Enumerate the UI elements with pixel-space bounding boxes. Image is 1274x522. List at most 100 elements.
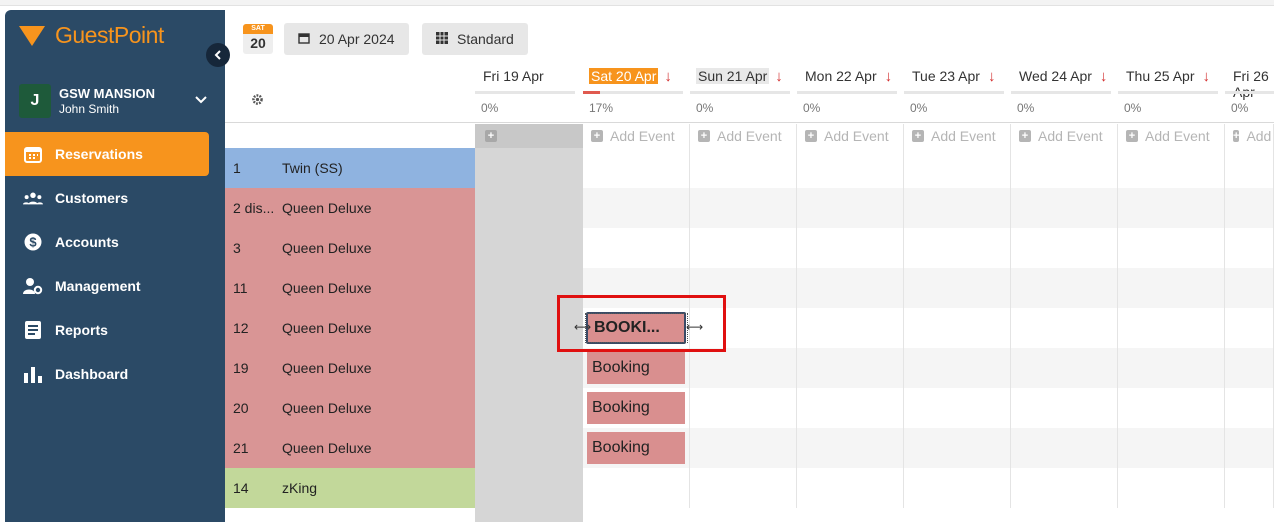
sidebar-item-management[interactable]: Management <box>5 264 225 308</box>
day-cell[interactable] <box>1225 308 1274 348</box>
day-header[interactable]: Wed 24 Apr ↓ 0% <box>1011 68 1118 122</box>
day-cell[interactable] <box>690 428 797 468</box>
day-header[interactable]: Tue 23 Apr ↓ 0% <box>904 68 1011 122</box>
room-label[interactable]: 20 Queen Deluxe <box>225 388 475 428</box>
day-cell[interactable] <box>1011 348 1118 388</box>
day-cell[interactable] <box>1118 388 1225 428</box>
day-cell[interactable] <box>1118 308 1225 348</box>
day-cell[interactable] <box>1011 308 1118 348</box>
day-header[interactable]: Thu 25 Apr ↓ 0% <box>1118 68 1225 122</box>
day-cell[interactable] <box>1225 148 1274 188</box>
day-cell[interactable] <box>583 148 690 188</box>
day-cell[interactable] <box>1225 468 1274 508</box>
add-event-button[interactable]: + Add Event <box>797 124 904 148</box>
sidebar-item-dashboard[interactable]: Dashboard <box>5 352 225 396</box>
settings-gear-icon[interactable] <box>251 93 264 109</box>
day-cell[interactable] <box>1011 228 1118 268</box>
day-cell[interactable] <box>1118 148 1225 188</box>
day-cell[interactable] <box>904 188 1011 228</box>
day-cell[interactable] <box>1118 228 1225 268</box>
sidebar-item-customers[interactable]: Customers <box>5 176 225 220</box>
day-header[interactable]: Fri 26 Apr 0% <box>1225 68 1274 122</box>
arrow-down-icon[interactable]: ↓ <box>885 68 893 85</box>
day-cell[interactable] <box>1225 348 1274 388</box>
property-selector[interactable]: J GSW MANSION John Smith <box>19 82 215 120</box>
day-cell[interactable] <box>904 228 1011 268</box>
room-label[interactable]: 1 Twin (SS) <box>225 148 475 188</box>
day-cell[interactable] <box>690 228 797 268</box>
resize-left-handle-icon[interactable]: ⟷ <box>574 320 591 334</box>
room-label[interactable]: 3 Queen Deluxe <box>225 228 475 268</box>
add-event-button[interactable]: + Add Event <box>1225 124 1274 148</box>
booking-block[interactable]: Booking <box>587 432 685 464</box>
day-cell[interactable] <box>1118 428 1225 468</box>
arrow-down-icon[interactable]: ↓ <box>1203 68 1211 85</box>
day-cell[interactable] <box>904 468 1011 508</box>
day-cell[interactable] <box>797 388 904 428</box>
day-cell[interactable] <box>1118 468 1225 508</box>
chevron-down-icon[interactable] <box>195 92 207 107</box>
day-cell[interactable] <box>583 228 690 268</box>
day-cell[interactable] <box>797 308 904 348</box>
add-event-button[interactable]: + Add Event <box>583 124 690 148</box>
day-cell[interactable] <box>904 148 1011 188</box>
day-cell[interactable] <box>904 428 1011 468</box>
day-cell[interactable] <box>1011 148 1118 188</box>
resize-right-handle-icon[interactable]: ⟷ <box>686 320 703 334</box>
day-header[interactable]: Mon 22 Apr ↓ 0% <box>797 68 904 122</box>
logo[interactable]: GuestPoint <box>19 22 164 49</box>
add-event-button[interactable]: + Add Event <box>1118 124 1225 148</box>
room-label[interactable]: 11 Queen Deluxe <box>225 268 475 308</box>
day-cell[interactable] <box>797 348 904 388</box>
booking-block[interactable]: Booking <box>587 352 685 384</box>
day-cell[interactable] <box>1118 348 1225 388</box>
day-cell[interactable] <box>797 268 904 308</box>
day-cell[interactable] <box>904 268 1011 308</box>
room-label[interactable]: 19 Queen Deluxe <box>225 348 475 388</box>
collapse-sidebar-button[interactable] <box>206 43 230 67</box>
day-cell[interactable] <box>690 148 797 188</box>
day-cell[interactable] <box>690 188 797 228</box>
booking-block[interactable]: Booking <box>587 392 685 424</box>
room-label[interactable]: 12 Queen Deluxe <box>225 308 475 348</box>
day-header[interactable]: Fri 19 Apr 0% <box>475 68 582 122</box>
day-cell[interactable] <box>690 388 797 428</box>
day-cell[interactable] <box>797 228 904 268</box>
day-cell[interactable] <box>1011 268 1118 308</box>
sidebar-item-reservations[interactable]: Reservations <box>5 132 209 176</box>
sidebar-item-reports[interactable]: Reports <box>5 308 225 352</box>
room-label[interactable]: 21 Queen Deluxe <box>225 428 475 468</box>
day-cell[interactable] <box>1118 268 1225 308</box>
day-cell[interactable] <box>904 308 1011 348</box>
arrow-down-icon[interactable]: ↓ <box>664 68 672 85</box>
day-cell[interactable] <box>1118 188 1225 228</box>
day-cell[interactable] <box>1225 428 1274 468</box>
add-event-button[interactable]: + Add Event <box>1011 124 1118 148</box>
day-cell[interactable] <box>1011 388 1118 428</box>
arrow-down-icon[interactable]: ↓ <box>988 68 996 85</box>
day-cell[interactable] <box>797 188 904 228</box>
day-cell[interactable] <box>1225 228 1274 268</box>
add-event-button[interactable]: + Add Event <box>904 124 1011 148</box>
sidebar-item-accounts[interactable]: $ Accounts <box>5 220 225 264</box>
day-cell[interactable] <box>1011 428 1118 468</box>
view-mode-button[interactable]: Standard <box>422 23 528 55</box>
day-cell[interactable] <box>1011 188 1118 228</box>
day-header[interactable]: Sat 20 Apr ↓ 17% <box>583 68 690 122</box>
day-cell[interactable] <box>690 468 797 508</box>
day-cell[interactable] <box>690 348 797 388</box>
day-cell[interactable] <box>1011 468 1118 508</box>
arrow-down-icon[interactable]: ↓ <box>775 68 783 85</box>
day-cell[interactable] <box>1225 268 1274 308</box>
day-cell[interactable] <box>583 468 690 508</box>
add-event-button[interactable]: + Add Event <box>690 124 797 148</box>
arrow-down-icon[interactable]: ↓ <box>1100 68 1108 85</box>
day-cell[interactable] <box>797 148 904 188</box>
day-cell[interactable] <box>797 428 904 468</box>
room-label[interactable]: 2 dis... Queen Deluxe <box>225 188 475 228</box>
date-picker-button[interactable]: 20 Apr 2024 <box>284 23 409 55</box>
day-cell[interactable] <box>904 388 1011 428</box>
day-cell[interactable] <box>583 188 690 228</box>
day-cell[interactable] <box>904 348 1011 388</box>
today-calendar-badge[interactable]: SAT 20 <box>243 24 273 54</box>
